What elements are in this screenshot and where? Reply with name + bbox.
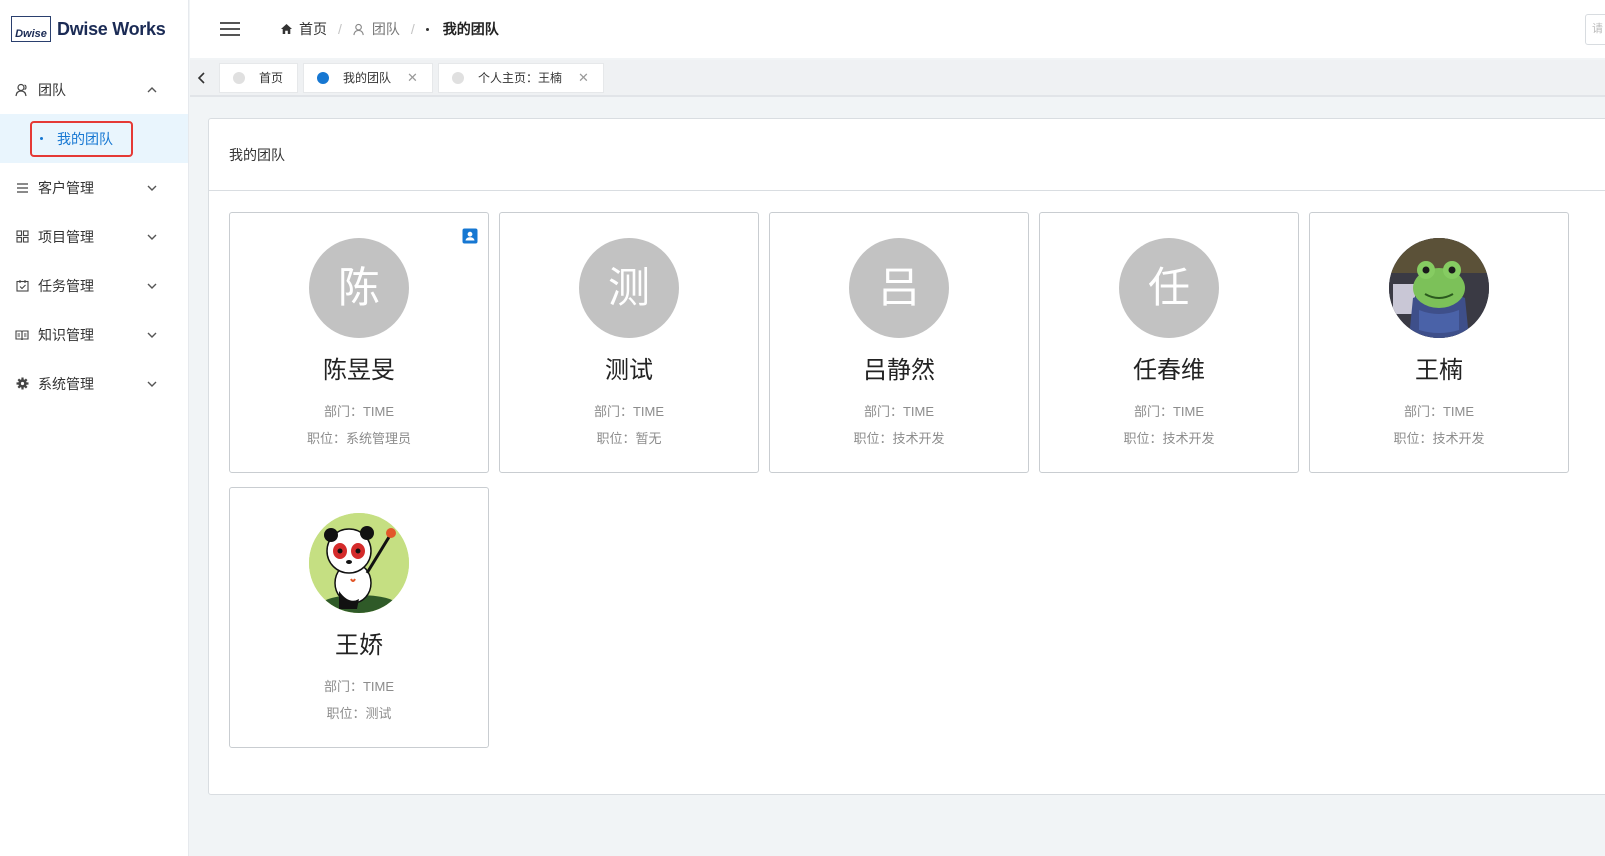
close-icon[interactable]: ✕: [407, 70, 418, 86]
sidebar-item-projects[interactable]: 项目管理: [0, 212, 188, 261]
breadcrumb-team[interactable]: 团队: [353, 19, 400, 39]
sidebar-item-tasks[interactable]: 任务管理: [0, 261, 188, 310]
member-position: 职位：技术开发: [1123, 431, 1215, 446]
avatar-photo-frog: [1389, 238, 1489, 338]
member-department: 部门：TIME: [323, 404, 395, 419]
tab-home[interactable]: 首页: [219, 62, 299, 93]
sidebar-item-label: 客户管理: [38, 179, 94, 196]
member-position: 职位：测试: [326, 706, 392, 721]
breadcrumb-label: 我的团队: [442, 21, 499, 37]
member-card[interactable]: 测 测试 部门：TIME 职位：暂无: [499, 212, 759, 473]
grid-icon: [15, 230, 29, 244]
bullet-dot: [425, 27, 429, 31]
tab-label: 首页: [259, 71, 284, 85]
member-card[interactable]: 王楠 部门：TIME 职位：技术开发: [1309, 212, 1569, 473]
member-name: 王楠: [1415, 357, 1463, 384]
tab-scroll-left-button[interactable]: [190, 60, 214, 95]
chevron-down-icon: [147, 283, 157, 289]
chevron-down-icon: [147, 381, 157, 387]
breadcrumb: 首页 / 团队 / 我的团队: [280, 19, 499, 39]
member-name: 测试: [605, 357, 653, 384]
avatar: 测: [579, 238, 679, 338]
tab-label: 个人主页：王楠: [477, 71, 562, 85]
home-icon: [281, 24, 292, 34]
calendar-check-icon: [15, 279, 29, 293]
chevron-up-icon: [147, 86, 157, 92]
breadcrumb-label: 首页: [299, 21, 327, 37]
avatar: 吕: [849, 238, 949, 338]
sidebar-item-label: 任务管理: [38, 277, 94, 294]
tab-bar: 首页 我的团队 ✕ 个人主页：王楠 ✕: [190, 60, 1605, 97]
sidebar-item-team[interactable]: 团队: [0, 65, 188, 114]
top-header: 首页 / 团队 / 我的团队 请: [190, 0, 1605, 58]
tab-profile-wangnan[interactable]: 个人主页：王楠 ✕: [437, 62, 604, 93]
sidebar-item-system[interactable]: 系统管理: [0, 359, 188, 408]
avatar: 任: [1119, 238, 1219, 338]
member-card[interactable]: 吕 吕静然 部门：TIME 职位：技术开发: [769, 212, 1029, 473]
member-name: 陈昱旻: [323, 357, 395, 384]
tab-my-team[interactable]: 我的团队 ✕: [303, 62, 433, 93]
member-position: 职位：技术开发: [853, 431, 945, 446]
member-position: 职位：技术开发: [1393, 431, 1485, 446]
sidebar-item-knowledge[interactable]: 知识管理: [0, 310, 188, 359]
breadcrumb-separator: /: [410, 21, 415, 37]
contact-card-icon: [462, 228, 478, 244]
member-name: 王娇: [335, 632, 383, 659]
panel-title: 我的团队: [209, 119, 1605, 191]
header-search-input[interactable]: 请: [1585, 14, 1605, 45]
chevron-down-icon: [147, 185, 157, 191]
sidebar-item-label: 项目管理: [38, 228, 94, 245]
breadcrumb-home[interactable]: 首页: [280, 19, 327, 39]
team-icon: [15, 83, 29, 97]
member-department: 部门：TIME: [863, 404, 935, 419]
logo[interactable]: Dwise Dwise Works: [0, 0, 188, 58]
list-icon: [15, 181, 29, 195]
sidebar-menu: 团队 我的团队 客户管理 项目管理 任务管理 知识管理 系统管理: [0, 65, 188, 408]
sidebar-item-label: 系统管理: [38, 375, 94, 392]
member-name: 吕静然: [863, 357, 935, 384]
member-card[interactable]: 王娇 部门：TIME 职位：测试: [229, 487, 489, 748]
tab-label: 我的团队: [343, 71, 392, 85]
member-department: 部门：TIME: [323, 679, 395, 694]
team-icon: [353, 23, 364, 35]
avatar-illustration-panda: [309, 513, 409, 613]
sidebar-subitem-label: 我的团队: [57, 130, 113, 147]
bullet-dot: [40, 137, 43, 140]
logo-text: Dwise Works: [57, 18, 166, 39]
gear-icon: [15, 377, 29, 391]
sidebar: Dwise Dwise Works 团队 我的团队 客户管理 项目管理 任务管理…: [0, 0, 189, 856]
sidebar-item-label: 知识管理: [38, 326, 94, 343]
member-name: 任春维: [1133, 357, 1205, 384]
breadcrumb-current: 我的团队: [425, 19, 499, 39]
member-department: 部门：TIME: [1403, 404, 1475, 419]
member-position: 职位：系统管理员: [306, 431, 411, 446]
sidebar-submenu-my-team-row: 我的团队: [0, 114, 188, 163]
breadcrumb-separator: /: [338, 21, 342, 37]
menu-toggle-icon[interactable]: [220, 18, 240, 40]
avatar: 陈: [309, 238, 409, 338]
sidebar-subitem-my-team[interactable]: 我的团队: [30, 120, 133, 157]
tab-status-dot: [317, 71, 330, 84]
team-panel: 我的团队 陈 陈昱旻 部门：TIME 职位：系统管理员 测 测试 部门：TIME…: [208, 118, 1605, 795]
chevron-down-icon: [147, 332, 157, 338]
book-icon: [15, 328, 29, 342]
chevron-left-icon: [197, 71, 205, 84]
sidebar-item-label: 团队: [38, 81, 66, 98]
sidebar-item-customers[interactable]: 客户管理: [0, 163, 188, 212]
member-position: 职位：暂无: [596, 431, 662, 446]
close-icon[interactable]: ✕: [578, 70, 589, 86]
tab-status-dot: [451, 71, 464, 84]
tab-status-dot: [233, 71, 245, 84]
logo-mark: Dwise: [11, 16, 51, 42]
member-card[interactable]: 任 任春维 部门：TIME 职位：技术开发: [1039, 212, 1299, 473]
breadcrumb-label: 团队: [371, 21, 400, 37]
member-department: 部门：TIME: [1133, 404, 1205, 419]
member-department: 部门：TIME: [593, 404, 665, 419]
member-card[interactable]: 陈 陈昱旻 部门：TIME 职位：系统管理员: [229, 212, 489, 473]
chevron-down-icon: [147, 234, 157, 240]
